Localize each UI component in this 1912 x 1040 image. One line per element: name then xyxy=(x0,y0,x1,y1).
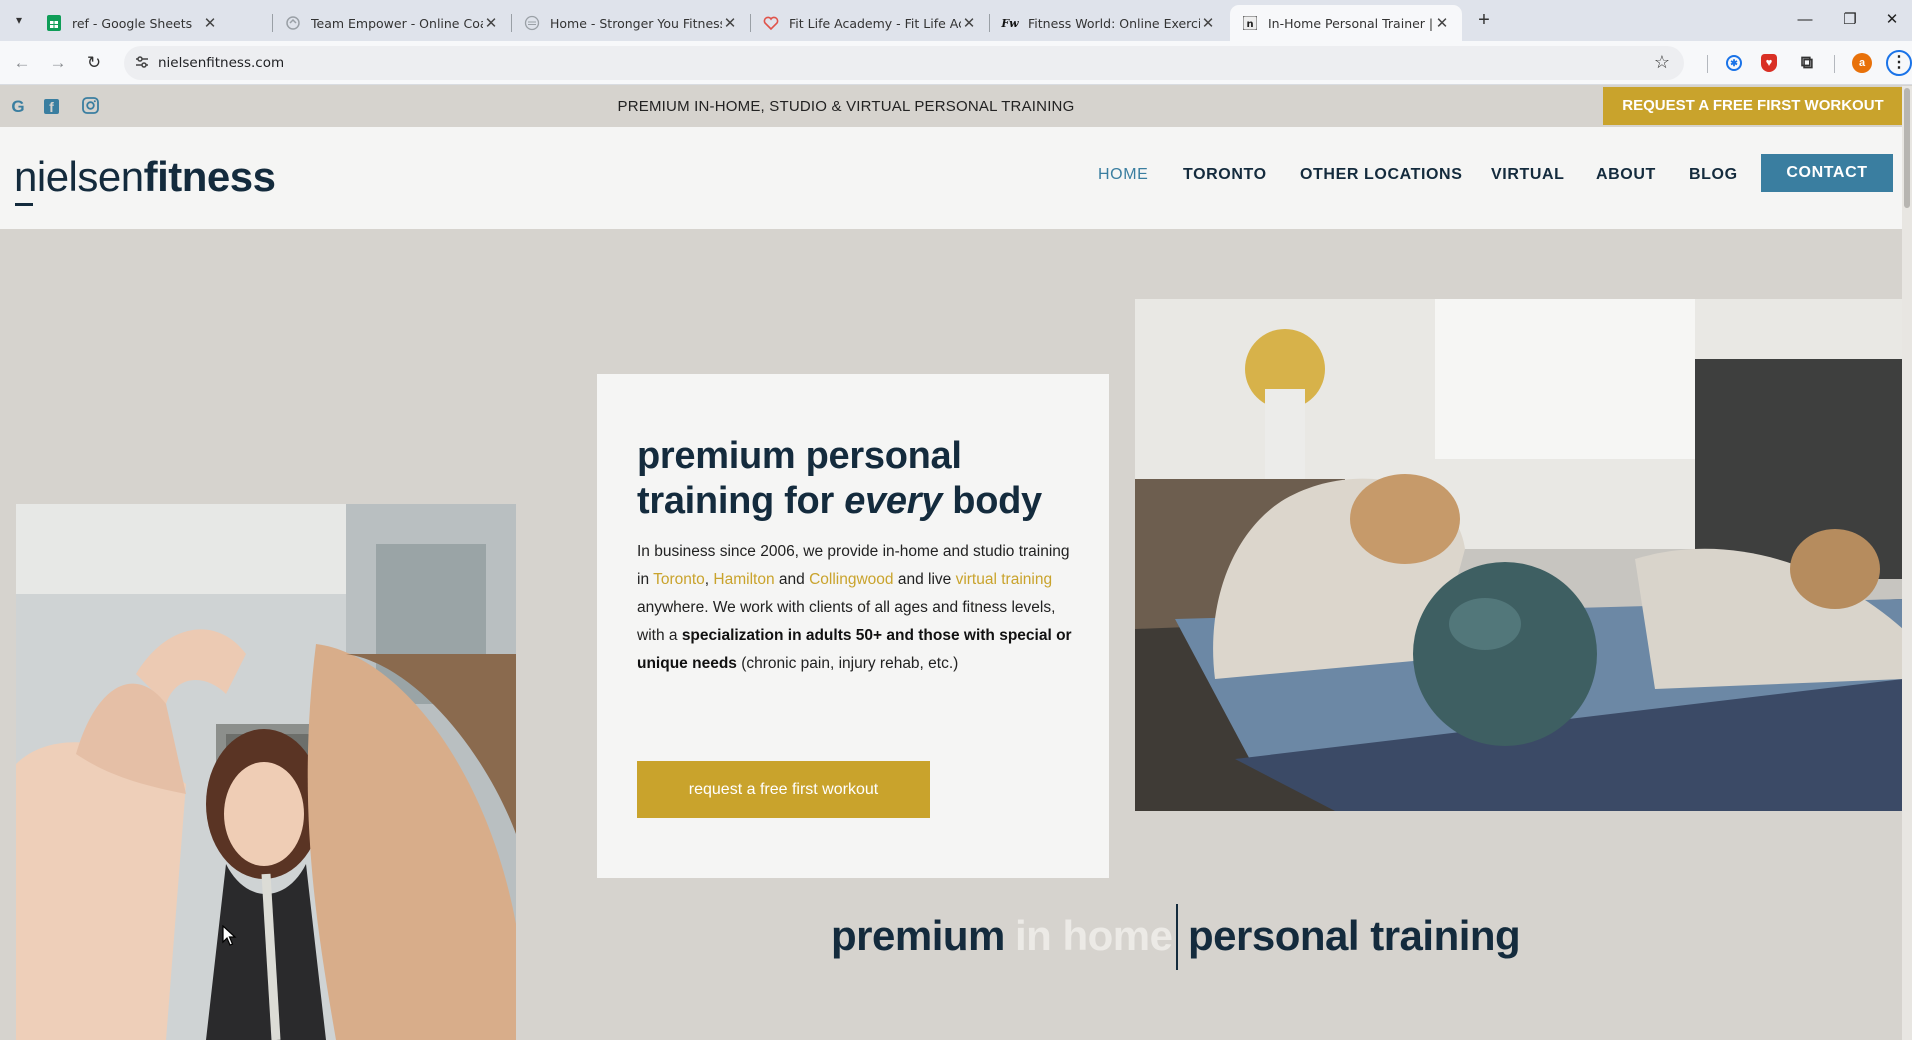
bookmark-star-icon[interactable]: ☆ xyxy=(1654,52,1670,73)
extension-shield-icon[interactable]: ♥ xyxy=(1761,54,1777,72)
browser-tabstrip: ▾ ref - Google Sheets ✕ Team Empower - O… xyxy=(0,0,1912,41)
toronto-link[interactable]: Toronto xyxy=(653,571,705,588)
restore-window-icon[interactable]: ❐ xyxy=(1826,0,1874,40)
tab-title: ref - Google Sheets xyxy=(72,15,193,31)
hero-card: premium personal training for every body … xyxy=(597,374,1109,878)
tab-title: Fit Life Academy - Fit Life Acad xyxy=(789,15,961,31)
site-header: nielsenfitness HOME TORONTO OTHER LOCATI… xyxy=(0,127,1912,229)
close-tab-icon[interactable]: ✕ xyxy=(1434,14,1450,32)
headline-word-in-home: in home xyxy=(1015,912,1173,959)
tab-title: In-Home Personal Trainer | Niel xyxy=(1268,15,1434,31)
reload-icon[interactable]: ↻ xyxy=(82,51,106,75)
stronger-you-icon xyxy=(524,15,540,31)
nav-home[interactable]: HOME xyxy=(1098,166,1148,184)
url-text: nielsenfitness.com xyxy=(158,55,285,71)
close-tab-icon[interactable]: ✕ xyxy=(202,14,218,32)
close-tab-icon[interactable]: ✕ xyxy=(483,14,499,32)
browser-menu-icon[interactable]: ⋮ xyxy=(1886,50,1912,76)
tab-search-chevron-icon[interactable]: ▾ xyxy=(8,9,30,31)
close-tab-icon[interactable]: ✕ xyxy=(961,14,977,32)
browser-toolbar: ← → ↻ nielsenfitness.com ☆ ✱ ♥ ⧉ a ⋮ xyxy=(0,41,1912,85)
site-topbar: G f PREMIUM IN-HOME, STUDIO & VIRTUAL PE… xyxy=(0,86,1912,127)
browser-tab-stronger-you[interactable]: Home - Stronger You Fitness ✕ xyxy=(512,5,750,41)
fit-life-heart-icon xyxy=(763,15,779,31)
virtual-training-link[interactable]: virtual training xyxy=(956,571,1053,588)
mouse-cursor-icon xyxy=(222,925,237,946)
request-free-workout-top-button[interactable]: REQUEST A FREE FIRST WORKOUT xyxy=(1603,87,1903,125)
address-bar[interactable]: nielsenfitness.com ☆ xyxy=(124,46,1684,80)
clients-stretching-with-ball-photo xyxy=(1135,299,1903,811)
back-arrow-icon[interactable]: ← xyxy=(10,51,34,75)
svg-text:n: n xyxy=(1247,19,1254,30)
fitness-world-icon: Fw xyxy=(1001,16,1019,30)
logo-underline xyxy=(15,203,33,206)
scrollbar-thumb[interactable] xyxy=(1904,88,1910,208)
browser-tab-fit-life-academy[interactable]: Fit Life Academy - Fit Life Acad ✕ xyxy=(751,5,989,41)
nav-toronto[interactable]: TORONTO xyxy=(1183,166,1267,184)
nielsen-fitness-logo[interactable]: nielsenfitness xyxy=(14,153,276,201)
forward-arrow-icon[interactable]: → xyxy=(46,51,70,75)
nav-blog[interactable]: BLOG xyxy=(1689,166,1738,184)
team-empower-icon xyxy=(285,15,301,31)
nielsen-n-icon: n xyxy=(1242,15,1258,31)
tab-title: Home - Stronger You Fitness xyxy=(550,15,722,31)
browser-tab-fitness-world[interactable]: Fw Fitness World: Online Exercise C ✕ xyxy=(990,5,1228,41)
close-window-icon[interactable]: ✕ xyxy=(1868,0,1912,40)
profile-avatar[interactable]: a xyxy=(1852,53,1872,73)
browser-tab-team-empower[interactable]: Team Empower - Online Coachi ✕ xyxy=(273,5,511,41)
nav-about[interactable]: ABOUT xyxy=(1596,166,1656,184)
tab-title: Team Empower - Online Coachi xyxy=(311,15,483,31)
typing-headline: premium in home personal training xyxy=(0,904,1912,972)
request-free-workout-button[interactable]: request a free first workout xyxy=(637,761,930,818)
hamilton-link[interactable]: Hamilton xyxy=(713,571,774,588)
extensions-puzzle-icon[interactable]: ⧉ xyxy=(1797,53,1817,73)
nav-contact-button[interactable]: CONTACT xyxy=(1761,154,1893,192)
collingwood-link[interactable]: Collingwood xyxy=(809,571,893,588)
webpage: G f PREMIUM IN-HOME, STUDIO & VIRTUAL PE… xyxy=(0,86,1912,1040)
browser-tab-nielsen-fitness[interactable]: n In-Home Personal Trainer | Niel ✕ xyxy=(1230,5,1462,41)
page-scrollbar[interactable] xyxy=(1902,86,1912,1040)
tab-title: Fitness World: Online Exercise C xyxy=(1028,15,1200,31)
new-tab-button[interactable]: + xyxy=(1472,8,1496,32)
nav-other-locations[interactable]: OTHER LOCATIONS xyxy=(1300,166,1462,184)
close-tab-icon[interactable]: ✕ xyxy=(1200,14,1216,32)
typing-caret xyxy=(1176,904,1178,970)
minimize-window-icon[interactable]: — xyxy=(1781,0,1829,40)
headline-word-personal-training: personal training xyxy=(1188,912,1521,959)
site-tagline: PREMIUM IN-HOME, STUDIO & VIRTUAL PERSON… xyxy=(617,98,1075,115)
hero-title: premium personal training for every body xyxy=(637,435,1042,522)
close-tab-icon[interactable]: ✕ xyxy=(722,14,738,32)
nav-virtual[interactable]: VIRTUAL xyxy=(1491,166,1565,184)
headline-word-premium: premium xyxy=(831,912,1005,959)
site-info-icon[interactable] xyxy=(134,55,150,71)
extension-globe-icon[interactable]: ✱ xyxy=(1726,55,1742,71)
browser-tab-google-sheets[interactable]: ref - Google Sheets ✕ xyxy=(34,5,230,41)
hero-description: In business since 2006, we provide in-ho… xyxy=(637,543,1072,672)
google-sheets-icon xyxy=(46,15,62,31)
